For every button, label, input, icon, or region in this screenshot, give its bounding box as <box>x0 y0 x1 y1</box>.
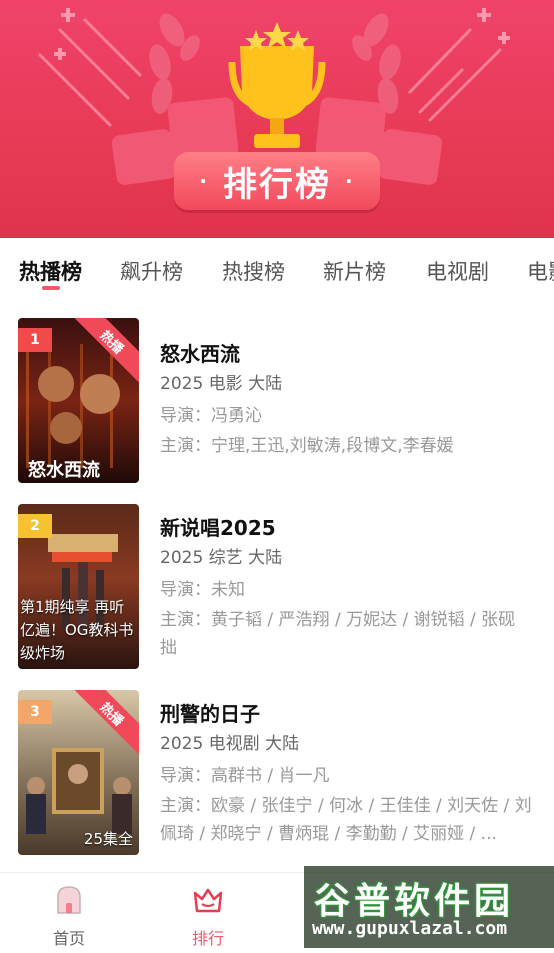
cast-label: 主演： <box>160 436 211 456</box>
nav-home[interactable]: 首页 <box>29 885 109 949</box>
director-value: 未知 <box>211 580 245 600</box>
episode-count: 25集全 <box>83 830 133 848</box>
item-info: 怒水西流 2025 电影 大陆 导演：冯勇沁 主演：宁理,王迅,刘敏涛,段博文,… <box>160 340 540 460</box>
cast-label: 主演： <box>160 796 211 816</box>
rank-badge: 3 <box>18 700 52 724</box>
director-label: 导演： <box>160 766 211 786</box>
director-label: 导演： <box>160 406 211 426</box>
item-meta: 2025 综艺 大陆 <box>160 548 283 568</box>
tab-hot-search[interactable]: 热搜榜 <box>222 256 285 286</box>
nav-home-label: 首页 <box>52 929 85 948</box>
title-dot-left: · <box>199 169 209 193</box>
page-title: 排行榜 <box>223 164 331 205</box>
watermark: 谷普软件园 www.gupuxlazal.com <box>304 866 554 948</box>
rank-badge: 2 <box>18 514 52 538</box>
crown-icon <box>193 888 223 913</box>
title-dot-right: · <box>345 169 355 193</box>
item-title[interactable]: 新说唱2025 <box>160 514 540 542</box>
poster-image[interactable]: 3 热播 25集全 <box>18 690 139 855</box>
item-director: 导演：未知 <box>160 576 540 604</box>
watermark-brand: 谷普软件园 <box>314 881 515 922</box>
item-director: 导演：冯勇沁 <box>160 402 540 430</box>
tab-active-indicator <box>42 286 60 290</box>
director-value: 冯勇沁 <box>211 406 262 426</box>
svg-text:怒水西流: 怒水西流 <box>28 459 100 481</box>
tab-hot-play[interactable]: 热播榜 <box>19 256 82 286</box>
item-cast: 主演：黄子韬 / 严浩翔 / 万妮达 / 谢锐韬 / 张砚拙 <box>160 606 530 662</box>
item-title[interactable]: 刑警的日子 <box>160 700 540 728</box>
poster-image[interactable]: 怒水西流 1 热播 <box>18 318 139 483</box>
tab-movies[interactable]: 电影 <box>527 256 554 286</box>
item-cast: 主演：宁理,王迅,刘敏涛,段博文,李春媛 <box>160 432 540 460</box>
poster-image[interactable]: 2 第1期纯享 再听亿遍！OG教科书级炸场 <box>18 504 139 669</box>
watermark-url: www.gupuxlazal.com <box>312 918 508 939</box>
nav-ranking[interactable]: 排行 <box>168 885 248 949</box>
cast-value: 黄子韬 / 严浩翔 / 万妮达 / 谢锐韬 / 张砚拙 <box>160 610 516 658</box>
director-value: 高群书 / 肖一凡 <box>211 766 330 786</box>
item-meta: 2025 电视剧 大陆 <box>160 734 300 754</box>
item-director: 导演：高群书 / 肖一凡 <box>160 762 540 790</box>
ranking-tabs: 热播榜 飙升榜 热搜榜 新片榜 电视剧 电影 <box>0 238 554 300</box>
poster-caption: 第1期纯享 再听亿遍！OG教科书级炸场 <box>20 598 134 662</box>
tab-tv-series[interactable]: 电视剧 <box>426 256 489 286</box>
cast-value: 宁理,王迅,刘敏涛,段博文,李春媛 <box>211 436 454 456</box>
cast-value: 欧豪 / 张佳宁 / 何冰 / 王佳佳 / 刘天佐 / 刘佩琦 / 郑晓宁 / … <box>160 796 532 844</box>
item-meta: 2025 电影 大陆 <box>160 374 283 394</box>
item-title[interactable]: 怒水西流 <box>160 340 540 368</box>
nav-ranking-label: 排行 <box>191 929 224 948</box>
item-info: 刑警的日子 2025 电视剧 大陆 导演：高群书 / 肖一凡 主演：欧豪 / 张… <box>160 700 540 848</box>
ranking-banner: · 排行榜 · <box>0 0 554 238</box>
tab-rising[interactable]: 飙升榜 <box>120 256 183 286</box>
banner-title: · 排行榜 · <box>174 152 380 210</box>
rank-badge: 1 <box>18 328 52 352</box>
director-label: 导演： <box>160 580 211 600</box>
cast-label: 主演： <box>160 610 211 630</box>
tab-new-release[interactable]: 新片榜 <box>323 256 386 286</box>
home-icon <box>57 886 81 914</box>
item-cast: 主演：欧豪 / 张佳宁 / 何冰 / 王佳佳 / 刘天佐 / 刘佩琦 / 郑晓宁… <box>160 792 545 848</box>
item-info: 新说唱2025 2025 综艺 大陆 导演：未知 主演：黄子韬 / 严浩翔 / … <box>160 514 540 662</box>
